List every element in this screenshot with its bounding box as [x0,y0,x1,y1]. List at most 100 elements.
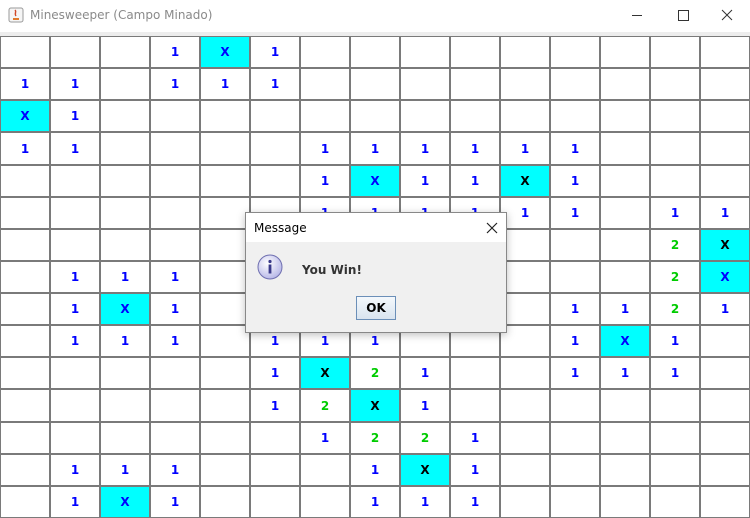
number-cell[interactable]: 1 [101,326,149,356]
mine-cell[interactable]: X [601,326,649,356]
empty-cell[interactable] [251,487,299,517]
empty-cell[interactable] [151,198,199,228]
empty-cell[interactable] [651,69,699,99]
number-cell[interactable]: 1 [151,69,199,99]
number-cell[interactable]: 1 [301,133,349,164]
empty-cell[interactable] [351,69,399,99]
empty-cell[interactable] [151,358,199,388]
empty-cell[interactable] [51,166,99,196]
number-cell[interactable]: 1 [151,487,199,517]
number-cell[interactable]: 1 [51,133,99,164]
number-cell[interactable]: 1 [451,166,499,196]
empty-cell[interactable] [551,69,599,99]
empty-cell[interactable] [601,390,649,421]
empty-cell[interactable] [701,487,749,517]
number-cell[interactable]: 1 [1,133,49,164]
empty-cell[interactable] [101,166,149,196]
maximize-button[interactable] [660,0,706,32]
empty-cell[interactable] [551,262,599,292]
number-cell[interactable]: 1 [351,487,399,517]
empty-cell[interactable] [1,230,49,260]
empty-cell[interactable] [151,101,199,131]
empty-cell[interactable] [401,37,449,67]
mine-cell[interactable]: X [701,230,749,260]
number-cell[interactable]: 1 [51,326,99,356]
mine-cell[interactable]: X [351,166,399,196]
empty-cell[interactable] [501,487,549,517]
number-cell[interactable]: 1 [101,455,149,485]
empty-cell[interactable] [201,133,249,164]
number-cell[interactable]: 1 [151,262,199,292]
number-cell[interactable]: 1 [151,326,199,356]
empty-cell[interactable] [601,198,649,228]
number-cell[interactable]: 1 [51,101,99,131]
empty-cell[interactable] [651,390,699,421]
empty-cell[interactable] [151,230,199,260]
empty-cell[interactable] [201,455,249,485]
empty-cell[interactable] [701,390,749,421]
empty-cell[interactable] [351,101,399,131]
empty-cell[interactable] [501,390,549,421]
number-cell[interactable]: 1 [401,358,449,388]
empty-cell[interactable] [701,101,749,131]
number-cell[interactable]: 1 [251,69,299,99]
empty-cell[interactable] [651,455,699,485]
number-cell[interactable]: 1 [451,423,499,453]
empty-cell[interactable] [201,390,249,421]
empty-cell[interactable] [101,358,149,388]
number-cell[interactable]: 1 [401,487,449,517]
empty-cell[interactable] [701,133,749,164]
empty-cell[interactable] [601,69,649,99]
empty-cell[interactable] [451,101,499,131]
empty-cell[interactable] [51,198,99,228]
number-cell[interactable]: 2 [651,230,699,260]
empty-cell[interactable] [1,455,49,485]
empty-cell[interactable] [101,37,149,67]
empty-cell[interactable] [601,230,649,260]
number-cell[interactable]: 1 [451,133,499,164]
empty-cell[interactable] [451,69,499,99]
empty-cell[interactable] [1,358,49,388]
number-cell[interactable]: 1 [351,133,399,164]
empty-cell[interactable] [451,358,499,388]
number-cell[interactable]: 2 [401,423,449,453]
empty-cell[interactable] [501,69,549,99]
empty-cell[interactable] [201,230,249,260]
mine-cell[interactable]: X [201,37,249,67]
empty-cell[interactable] [251,133,299,164]
empty-cell[interactable] [1,390,49,421]
empty-cell[interactable] [501,326,549,356]
mine-cell[interactable]: X [301,358,349,388]
empty-cell[interactable] [1,198,49,228]
number-cell[interactable]: 2 [651,294,699,324]
number-cell[interactable]: 1 [401,166,449,196]
number-cell[interactable]: 2 [351,358,399,388]
minimize-button[interactable] [614,0,660,32]
number-cell[interactable]: 1 [51,69,99,99]
empty-cell[interactable] [201,294,249,324]
empty-cell[interactable] [551,390,599,421]
number-cell[interactable]: 1 [601,358,649,388]
empty-cell[interactable] [551,423,599,453]
empty-cell[interactable] [101,133,149,164]
empty-cell[interactable] [501,294,549,324]
empty-cell[interactable] [701,166,749,196]
number-cell[interactable]: 1 [401,133,449,164]
empty-cell[interactable] [601,487,649,517]
empty-cell[interactable] [401,69,449,99]
number-cell[interactable]: 1 [551,294,599,324]
number-cell[interactable]: 1 [1,69,49,99]
empty-cell[interactable] [51,358,99,388]
empty-cell[interactable] [651,487,699,517]
mine-cell[interactable]: X [101,294,149,324]
empty-cell[interactable] [701,358,749,388]
empty-cell[interactable] [201,198,249,228]
empty-cell[interactable] [501,37,549,67]
empty-cell[interactable] [551,487,599,517]
empty-cell[interactable] [201,358,249,388]
empty-cell[interactable] [651,423,699,453]
number-cell[interactable]: 1 [251,358,299,388]
empty-cell[interactable] [301,455,349,485]
empty-cell[interactable] [501,230,549,260]
number-cell[interactable]: 1 [701,198,749,228]
